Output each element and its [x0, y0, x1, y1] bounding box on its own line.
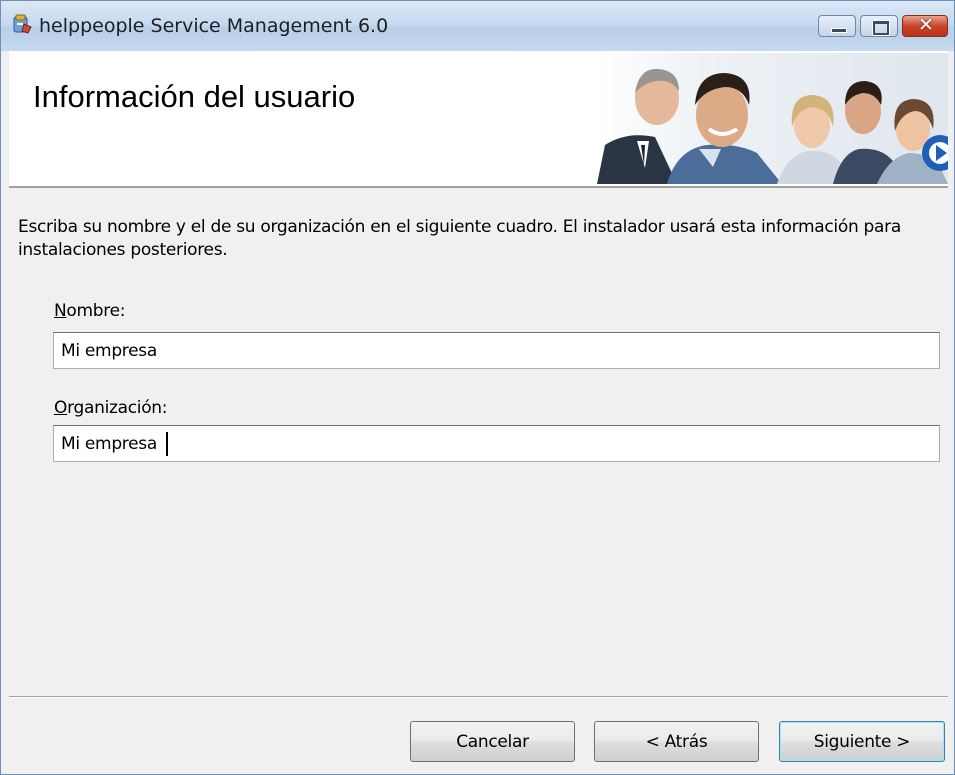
organization-label-accelerator: O [54, 398, 68, 418]
installer-app-icon [13, 14, 32, 34]
business-team-photo [597, 53, 948, 184]
title-bar[interactable]: helppeople Service Management 6.0 ✕ [1, 1, 954, 51]
text-caret [166, 432, 168, 456]
window-title: helppeople Service Management 6.0 [39, 15, 389, 37]
maximize-button[interactable] [860, 15, 898, 37]
minimize-button[interactable] [818, 15, 856, 37]
organization-label-text: rganización: [67, 398, 168, 418]
name-input[interactable] [53, 332, 940, 369]
maximize-icon [873, 21, 889, 35]
next-button[interactable]: Siguiente > [779, 721, 945, 762]
minimize-icon [831, 28, 847, 33]
window-controls: ✕ [818, 14, 948, 39]
name-label: Nombre: [54, 301, 125, 321]
header-banner: Información del usuario [9, 51, 948, 188]
organization-input[interactable] [53, 425, 940, 462]
close-button[interactable]: ✕ [902, 14, 948, 37]
name-label-text: ombre: [66, 301, 126, 321]
cancel-button[interactable]: Cancelar [410, 721, 575, 762]
page-title: Información del usuario [33, 79, 356, 114]
footer-divider-highlight [9, 697, 948, 698]
name-label-accelerator: N [54, 301, 67, 321]
back-button[interactable]: < Atrás [594, 721, 759, 762]
close-icon: ✕ [918, 14, 934, 36]
organization-label: Organización: [54, 398, 168, 418]
installer-window: helppeople Service Management 6.0 ✕ Info… [0, 0, 955, 775]
instructions-text: Escriba su nombre y el de su organizació… [18, 217, 901, 260]
